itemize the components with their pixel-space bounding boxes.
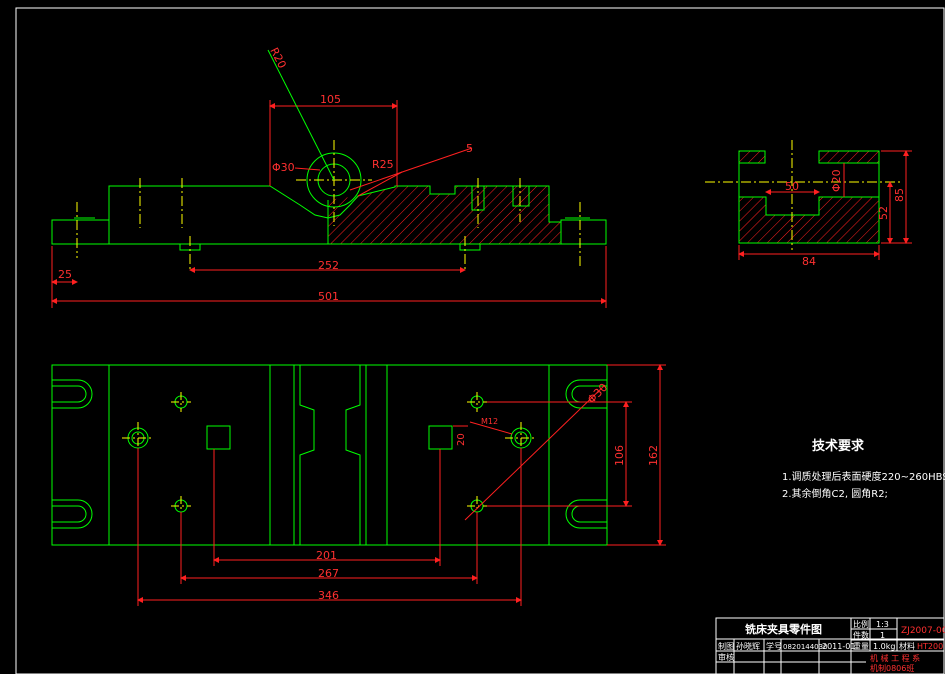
drawer-name: 孙晓辉 [736,641,760,651]
plan-centerlines [122,392,537,516]
drawing-no: ZJ2007-00 [901,626,945,636]
dim-r25: R25 [372,158,394,171]
tech-requirements: 技术要求 1.调质处理后表面硬度220~260HBS; 2.其余倒角C2, 圆角… [782,438,945,500]
tech-title: 技术要求 [812,438,865,454]
dim-52: 52 [877,206,890,220]
dim-r20: R20 [267,45,288,70]
tech-item-1: 1.调质处理后表面硬度220~260HBS; [782,470,945,483]
dim-50: 50 [785,180,799,193]
row-drawn: 制图 [718,641,734,651]
dim-phi30: Φ30 [272,161,295,174]
dim-84: 84 [802,255,816,268]
dim-267: 267 [318,567,339,580]
qty-label: 件数 [853,630,869,640]
dim-346: 346 [318,589,339,602]
title-block-text: 铣床夹具零件图 比例 1:3 件数 1 ZJ2007-00 重量 1.0kg 材… [718,619,945,673]
sheet-frame [15,7,945,674]
student-no-label: 学号 [766,641,782,651]
section-view [738,150,880,244]
school: 机 械 工 程 系 [870,653,920,663]
front-view [51,152,607,251]
dim-85: 85 [893,188,906,202]
dim-162: 162 [647,445,660,466]
dim-m12: M12 [481,417,498,426]
material-label: 材料 [899,641,915,651]
student-no: 0820144030 [783,643,828,651]
dim-201: 201 [316,549,337,562]
tech-item-2: 2.其余倒角C2, 圆角R2; [782,487,888,500]
dim-5: 5 [466,142,473,155]
scale-label: 比例 [853,619,869,629]
dim-105: 105 [320,93,341,106]
cad-drawing: 105 R20 Φ30 R25 5 25 252 501 50 Φ20 52 8… [15,7,945,674]
dim-pocket-20: 20 [456,433,467,446]
date: 2011-01 [822,642,855,651]
material-value: HT200 [917,642,943,651]
plan-dim-labels: 201 267 346 106 162 Φ30 M12 20 [316,381,660,602]
plan-dimensions [137,364,666,606]
drawing-name: 铣床夹具零件图 [745,622,822,636]
plan-view [51,364,608,546]
qty-value: 1 [880,631,885,640]
dim-106: 106 [613,445,626,466]
row-checked: 审核 [718,652,734,662]
class-name: 机制0806班 [870,663,914,673]
dim-phi20: Φ20 [830,169,843,192]
dim-252: 252 [318,259,339,272]
dim-25: 25 [58,268,72,281]
weight-value: 1.0kg [873,642,895,651]
front-dim-labels: 105 R20 Φ30 R25 5 25 252 501 [58,45,473,303]
scale-value: 1:3 [876,620,889,629]
dim-501: 501 [318,290,339,303]
